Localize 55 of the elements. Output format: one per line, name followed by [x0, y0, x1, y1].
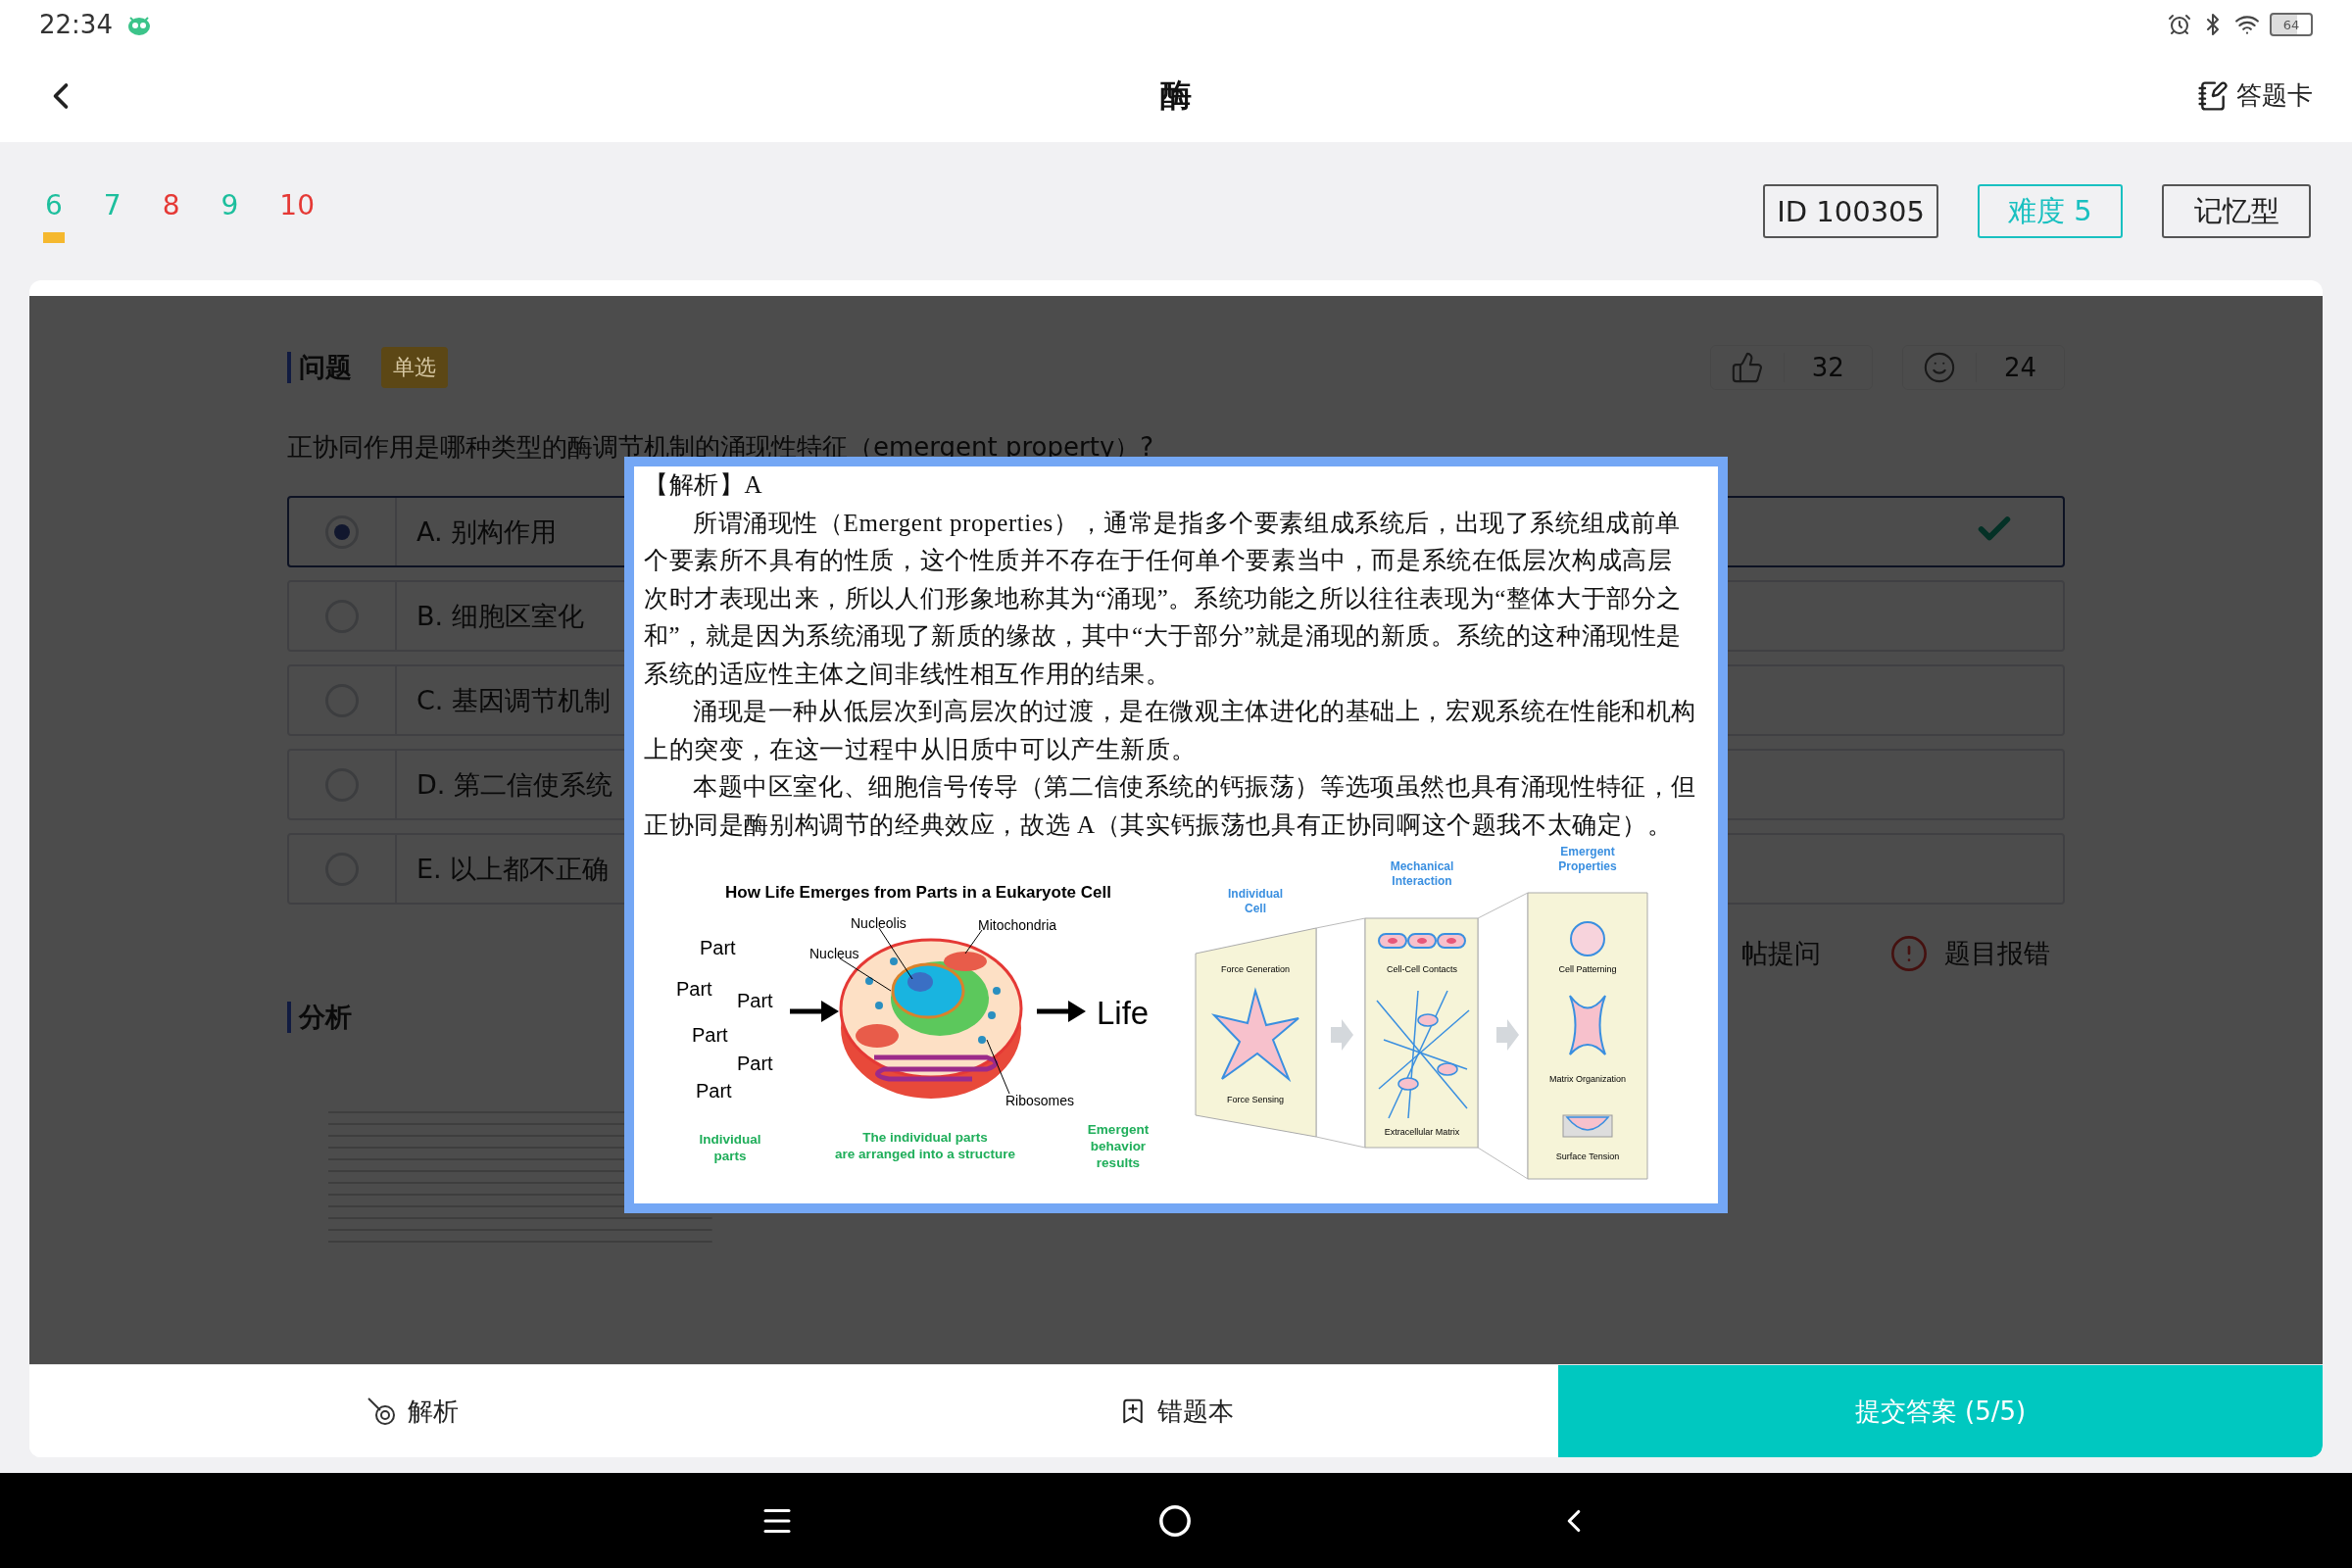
preview-paragraph: 涌现是一种从低层次到高层次的过渡，是在微观主体进化的基础上，宏观系统在性能和机构上的突变，在这一过程中从旧质中可以产生新质。	[644, 697, 1696, 764]
caption-text: Individual parts	[699, 1132, 761, 1163]
leader-line	[986, 1039, 1010, 1095]
leader-line	[964, 929, 983, 955]
question-number[interactable]: 8	[156, 179, 186, 243]
arrow-icon	[790, 1001, 839, 1022]
part-label: Part	[737, 1053, 773, 1074]
organelle-label: Nucleus	[809, 946, 859, 961]
panel-label: Force Generation	[1221, 964, 1290, 974]
submit-button[interactable]: 提交答案 (5/5)	[1558, 1365, 2323, 1457]
question-type-tag: 单选	[381, 347, 448, 388]
panel-label: Cell Patterning	[1558, 964, 1617, 974]
panel-label: Force Sensing	[1227, 1095, 1284, 1104]
arrow-icon	[1496, 1019, 1519, 1051]
arrow-icon	[1331, 1019, 1353, 1051]
preview-paragraph: 所谓涌现性（Emergent properties），通常是指多个要素组成系统后，出现了系统组成前单个要素所不具有的性质，这个性质并不存在于任何单个要素当中，而是系统在低层次构成高层次时才表现出来，所以人们形象地称其为“涌现”。系统功能之所以往往表现为“整体大于部分之和”，就是因为系统涌现了新质的缘故，其中“大于部分”就是涌现的新质。系统的这种涌现性是系统的适应性主体之间非线性相互作用的结果。	[644, 508, 1684, 689]
panel-label: Matrix Organization	[1549, 1074, 1626, 1084]
panel-heading: Individual Cell	[1228, 887, 1283, 915]
part-label: Part	[692, 1024, 728, 1046]
battery-indicator: 64	[2270, 13, 2313, 36]
clock-time: 22:34	[39, 10, 113, 39]
round-cell-drawing	[1570, 921, 1605, 956]
part-label: Part	[696, 1080, 732, 1102]
question-id: ID 100305	[1763, 184, 1938, 238]
question-number[interactable]: 9	[215, 179, 245, 243]
organelle-label: Ribosomes	[1005, 1093, 1075, 1108]
part-label: Part	[700, 937, 736, 958]
panel-label: Extracellular Matrix	[1384, 1127, 1460, 1137]
result-label: Life	[1097, 995, 1150, 1031]
preview-paragraph: 本题中区室化、细胞信号传导（第二信使系统的钙振荡）等选项虽然也具有涌现性特征，但正协同是酶别构调节的经典效应，故选 A（其实钙振荡也具有正协同啊这个题我不太确定）。	[644, 772, 1696, 840]
trough-drawing	[1562, 1114, 1613, 1138]
figure-title: How Life Emerges from Parts in a Eukaryote Cell	[725, 883, 1111, 902]
type-tag: 记忆型	[2162, 184, 2311, 238]
part-label: Part	[676, 978, 712, 1000]
page-title: 酶	[1160, 74, 1192, 116]
caption-text: The individual parts are arranged into a structure	[835, 1130, 1015, 1161]
panel-heading: Mechanical Interaction	[1390, 859, 1454, 888]
caption-text: Emergent behavior results	[1087, 1122, 1150, 1170]
arrow-icon	[1037, 1001, 1086, 1022]
answer-sheet-button[interactable]: 答题卡	[2197, 78, 2313, 113]
question-number[interactable]: 10	[273, 179, 320, 243]
alarm-icon	[2168, 13, 2191, 36]
preview-heading: 【解析】A	[644, 470, 764, 500]
panel-label: Cell-Cell Contacts	[1387, 964, 1457, 974]
part-label: Part	[737, 990, 773, 1011]
organelle-label: Mitochondria	[978, 917, 1057, 933]
notebook-icon	[2197, 79, 2229, 112]
panel-label: Surface Tension	[1555, 1152, 1620, 1161]
hourglass-cell-drawing	[1569, 995, 1606, 1055]
question-number[interactable]: 7	[97, 179, 127, 243]
difficulty-tag: 难度 5	[1978, 184, 2123, 238]
pin-icon	[365, 1395, 398, 1428]
home-icon[interactable]	[1158, 1503, 1192, 1538]
panel-heading: Emergent Properties	[1558, 845, 1617, 873]
organelle-label: Nucleolis	[851, 915, 906, 931]
